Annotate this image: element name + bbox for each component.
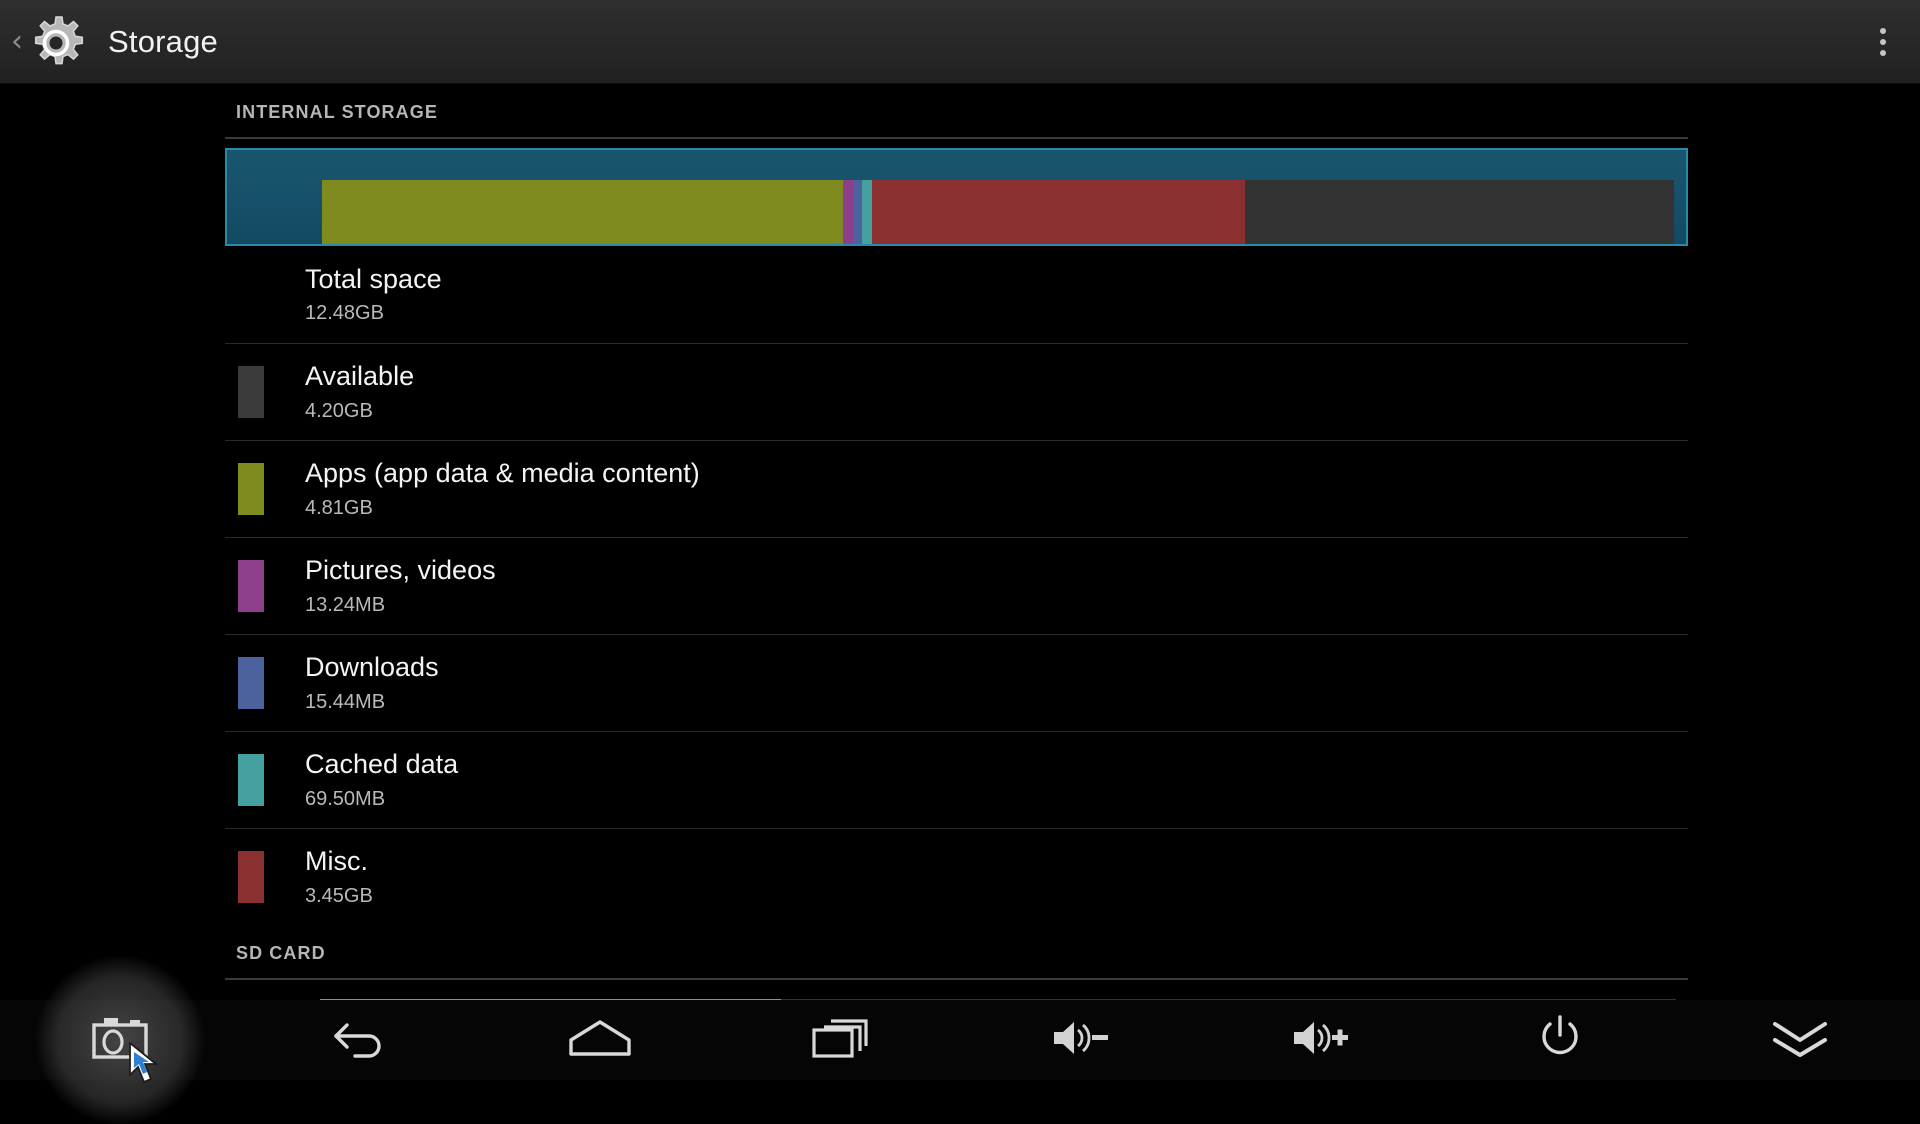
nav-button-volume-down[interactable] (960, 1000, 1200, 1080)
system-navigation-bar (0, 1000, 1920, 1080)
section-divider (225, 978, 1688, 980)
row-title: Available (305, 361, 414, 393)
storage-row-cached-data[interactable]: Cached data 69.50MB (225, 731, 1688, 828)
swatch-apps (238, 463, 264, 515)
storage-row-apps[interactable]: Apps (app data & media content) 4.81GB (225, 440, 1688, 537)
row-value: 13.24MB (305, 594, 496, 617)
section-divider (225, 137, 1688, 139)
section-header-internal-storage: INTERNAL STORAGE (0, 84, 1920, 137)
row-value: 69.50MB (305, 788, 458, 811)
storage-row-total-space[interactable]: Total space 12.48GB (225, 246, 1688, 343)
meter-segment-available (1245, 180, 1674, 246)
power-icon (1538, 1014, 1582, 1067)
overflow-dot (1880, 39, 1886, 45)
volume-up-icon (1290, 1018, 1350, 1063)
swatch-available (238, 366, 264, 418)
nav-button-recents[interactable] (720, 1000, 960, 1080)
row-title: Apps (app data & media content) (305, 458, 700, 490)
overflow-dot (1880, 28, 1886, 34)
chevron-double-down-icon (1769, 1016, 1831, 1065)
row-value: 4.81GB (305, 497, 700, 520)
meter-segment-cached (862, 180, 871, 246)
overflow-menu-icon[interactable] (1846, 0, 1920, 84)
swatch-total-space (238, 269, 264, 321)
row-value: 12.48GB (305, 302, 442, 325)
nav-button-collapse[interactable] (1680, 1000, 1920, 1080)
row-value: 4.20GB (305, 400, 414, 423)
swatch-downloads (238, 657, 264, 709)
mouse-cursor (128, 1042, 162, 1091)
storage-row-available[interactable]: Available 4.20GB (225, 343, 1688, 440)
volume-down-icon (1050, 1018, 1110, 1063)
action-bar: ‹ Storage (0, 0, 1920, 84)
home-icon (567, 1018, 633, 1063)
meter-segment-misc (872, 180, 1246, 246)
overflow-dot (1880, 50, 1886, 56)
nav-button-screenshot[interactable] (0, 1000, 240, 1080)
storage-scroll-container[interactable]: INTERNAL STORAGE Total space 12.48GB Ava… (0, 84, 1920, 1000)
row-value: 3.45GB (305, 885, 373, 908)
storage-row-misc[interactable]: Misc. 3.45GB (225, 828, 1688, 925)
swatch-pictures (238, 560, 264, 612)
section-header-sd-card: SD CARD (0, 925, 1920, 978)
row-value: 15.44MB (305, 691, 439, 714)
row-title: Cached data (305, 749, 458, 781)
nav-button-volume-up[interactable] (1200, 1000, 1440, 1080)
internal-storage-meter[interactable] (225, 148, 1688, 246)
swatch-cached-data (238, 754, 264, 806)
row-title: Misc. (305, 846, 373, 878)
row-title: Downloads (305, 652, 439, 684)
back-arrow-icon (331, 1016, 389, 1065)
swatch-misc (238, 851, 264, 903)
meter-segment-downloads (853, 180, 862, 246)
nav-button-power[interactable] (1440, 1000, 1680, 1080)
row-title: Total space (305, 264, 442, 296)
internal-storage-meter-track (322, 180, 1674, 246)
sd-card-meter[interactable] (225, 989, 1688, 1000)
storage-row-downloads[interactable]: Downloads 15.44MB (225, 634, 1688, 731)
nav-button-back[interactable] (240, 1000, 480, 1080)
meter-segment-apps (322, 180, 843, 246)
meter-segment-pictures (843, 180, 852, 246)
row-title: Pictures, videos (305, 555, 496, 587)
recent-apps-icon (811, 1016, 869, 1065)
storage-row-pictures[interactable]: Pictures, videos 13.24MB (225, 537, 1688, 634)
settings-gear-icon[interactable] (26, 12, 86, 72)
page-title: Storage (108, 24, 218, 60)
nav-button-home[interactable] (480, 1000, 720, 1080)
